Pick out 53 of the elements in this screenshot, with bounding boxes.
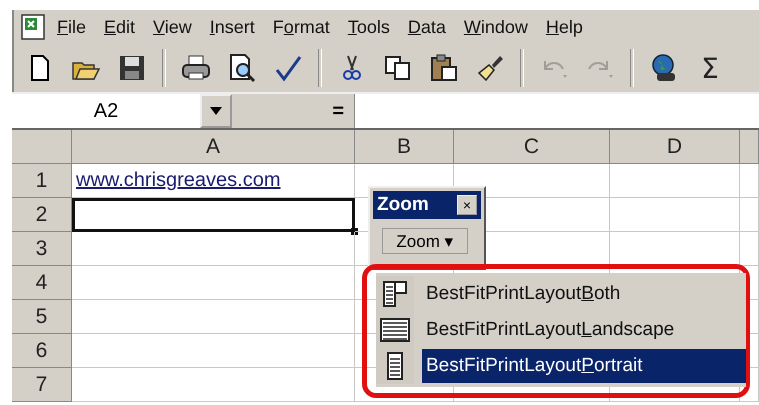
name-box[interactable]: A2 — [12, 94, 200, 128]
menu-item[interactable]: Insert — [200, 16, 264, 38]
clipboard-icon — [429, 53, 459, 83]
row-header[interactable]: 2 — [12, 198, 72, 232]
cell[interactable]: www.chrisgreaves.com — [72, 164, 355, 198]
menu-item[interactable]: Data — [398, 16, 455, 38]
zoom-dropdown-button[interactable]: Zoom ▾ — [382, 228, 468, 254]
menu-option[interactable]: BestFitPrintLayoutLandscape — [422, 313, 746, 347]
grid-cell[interactable] — [740, 232, 759, 266]
row-header[interactable]: 7 — [12, 368, 72, 402]
cell[interactable] — [72, 334, 355, 368]
menu-option[interactable]: BestFitPrintLayoutBoth — [422, 277, 746, 311]
column-header[interactable]: B — [355, 130, 454, 164]
name-box-dropdown[interactable] — [200, 94, 232, 128]
copy-icon — [383, 53, 413, 83]
column-header[interactable]: C — [454, 130, 610, 164]
hyperlink[interactable]: www.chrisgreaves.com — [76, 169, 281, 192]
formula-input[interactable] — [354, 94, 759, 128]
cell[interactable] — [72, 198, 355, 232]
sum-button[interactable]: Σ — [690, 48, 730, 88]
paintbrush-icon — [475, 53, 505, 83]
cell[interactable] — [72, 300, 355, 334]
menu-item[interactable]: View — [144, 16, 201, 38]
row-header[interactable]: 1 — [12, 164, 72, 198]
menu-item[interactable]: Edit — [95, 16, 144, 38]
grid-cell[interactable] — [740, 164, 759, 198]
row-header[interactable]: 4 — [12, 266, 72, 300]
print-preview-icon — [227, 53, 257, 83]
caret-icon — [210, 107, 222, 115]
menu-item[interactable]: Format — [264, 16, 339, 38]
landscape-layout-icon — [380, 316, 410, 344]
cell[interactable] — [72, 232, 355, 266]
cell[interactable] — [72, 368, 355, 402]
cell[interactable] — [72, 266, 355, 300]
menu-option[interactable]: BestFitPrintLayoutPortrait — [422, 349, 746, 383]
column-header[interactable]: D — [610, 130, 740, 164]
menu-item[interactable]: Window — [454, 16, 537, 38]
row-header[interactable]: 3 — [12, 232, 72, 266]
spreadsheet-app-icon[interactable] — [20, 13, 48, 41]
grid-cell[interactable] — [610, 198, 740, 232]
grid-cell[interactable] — [610, 164, 740, 198]
spelling-check-icon — [273, 53, 303, 83]
close-button[interactable]: × — [457, 195, 477, 215]
toolbar-title: Zoom — [377, 194, 429, 216]
grid-cell[interactable] — [740, 198, 759, 232]
menu-item[interactable]: File — [48, 16, 96, 38]
row-header[interactable]: 6 — [12, 334, 72, 368]
menu-item[interactable]: Tools — [338, 16, 399, 38]
column-header[interactable]: A — [72, 130, 355, 164]
menu-item[interactable]: Help — [536, 16, 592, 38]
row-header[interactable]: 5 — [12, 300, 72, 334]
layout-both-icon — [383, 280, 407, 308]
formula-equals[interactable]: = — [232, 94, 354, 128]
